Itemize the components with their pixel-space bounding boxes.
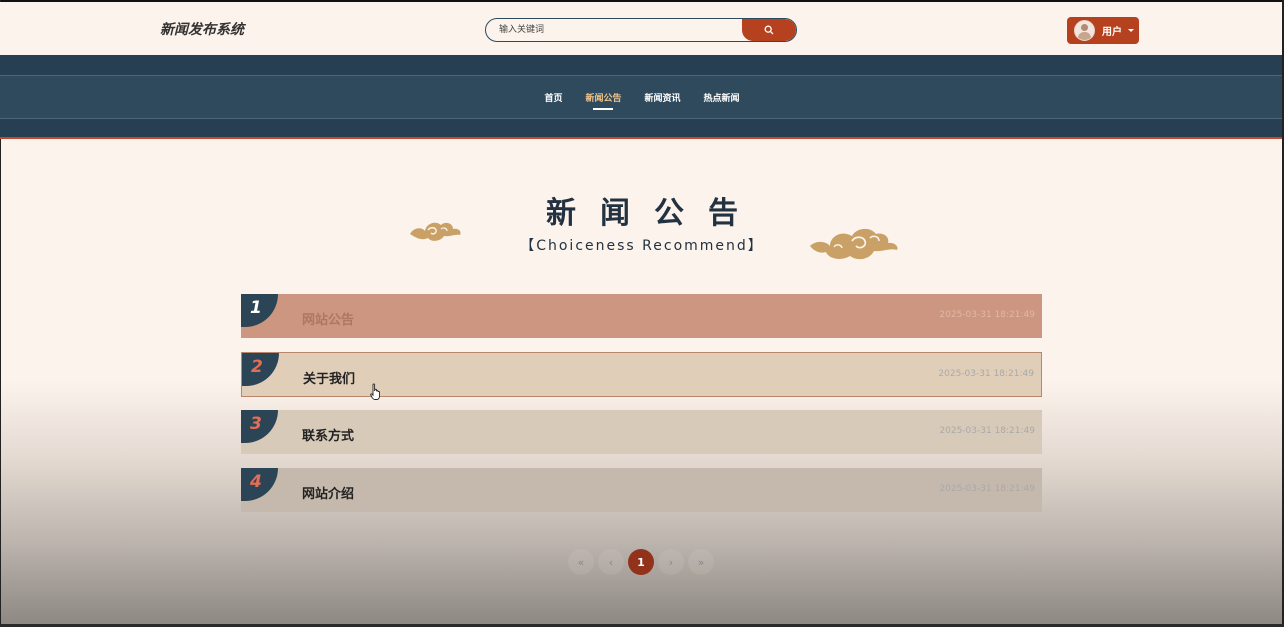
notice-title[interactable]: 联系方式 xyxy=(302,425,354,444)
cloud-ornament-right-icon xyxy=(810,228,898,260)
notice-title[interactable]: 网站公告 xyxy=(302,309,354,328)
site-logo[interactable]: 新闻发布系统 xyxy=(160,19,244,39)
notice-index: 4 xyxy=(250,472,262,492)
last-page-button[interactable]: » xyxy=(688,549,714,575)
pagination: « ‹ 1 › » xyxy=(568,549,714,575)
notice-row[interactable]: 2 关于我们 2025-03-31 18:21:49 xyxy=(241,352,1042,397)
nav-item-announcements-label: 新闻公告 xyxy=(585,93,622,104)
section-title: 新闻公告 xyxy=(546,196,762,231)
nav-item-announcements[interactable]: 新闻公告 xyxy=(585,91,622,110)
cloud-ornament-left-icon xyxy=(410,222,461,241)
notice-row[interactable]: 3 联系方式 2025-03-31 18:21:49 xyxy=(241,410,1042,454)
notice-row[interactable]: 4 网站介绍 2025-03-31 18:21:49 xyxy=(241,468,1042,512)
notice-index: 1 xyxy=(250,298,262,318)
search-icon xyxy=(764,25,774,35)
nav-accent-line xyxy=(0,137,1282,139)
user-menu-button[interactable]: 用户 xyxy=(1067,17,1139,44)
nav-item-home[interactable]: 首页 xyxy=(544,91,562,104)
notice-index: 3 xyxy=(250,414,262,434)
notice-date: 2025-03-31 18:21:49 xyxy=(939,310,1035,320)
notice-index-badge: 3 xyxy=(241,410,278,443)
notice-index-badge: 4 xyxy=(241,468,278,501)
section-subtitle: 【Choiceness Recommend】 xyxy=(520,238,764,254)
notice-date: 2025-03-31 18:21:49 xyxy=(938,369,1034,379)
notice-index: 2 xyxy=(251,357,263,377)
notice-index-badge: 1 xyxy=(241,294,278,327)
avatar xyxy=(1074,20,1095,41)
hand-pointer-cursor-icon xyxy=(370,383,380,400)
nav-item-hot-news[interactable]: 热点新闻 xyxy=(704,91,740,104)
search-button[interactable] xyxy=(742,19,796,41)
caret-down-icon xyxy=(1128,29,1134,32)
site-header: 新闻发布系统 用户 xyxy=(0,2,1282,55)
notice-date: 2025-03-31 18:21:49 xyxy=(939,426,1035,436)
notice-title[interactable]: 网站介绍 xyxy=(302,483,354,502)
nav-item-news[interactable]: 新闻资讯 xyxy=(645,91,681,104)
notice-row[interactable]: 1 网站公告 2025-03-31 18:21:49 xyxy=(241,294,1042,338)
notice-date: 2025-03-31 18:21:49 xyxy=(939,484,1035,494)
nav-bar: 首页 新闻公告 新闻资讯 热点新闻 xyxy=(0,75,1282,119)
first-page-button[interactable]: « xyxy=(568,549,594,575)
main-navigation: 首页 新闻公告 新闻资讯 热点新闻 xyxy=(0,55,1282,139)
prev-page-button[interactable]: ‹ xyxy=(598,549,624,575)
search-input[interactable] xyxy=(486,19,755,41)
search-bar xyxy=(485,18,797,42)
next-page-button[interactable]: › xyxy=(658,549,684,575)
notice-list: 1 网站公告 2025-03-31 18:21:49 2 关于我们 2025-0… xyxy=(241,294,1042,526)
user-menu-label: 用户 xyxy=(1102,27,1122,38)
page-number-button[interactable]: 1 xyxy=(628,549,654,575)
notice-index-badge: 2 xyxy=(242,353,279,386)
active-nav-indicator xyxy=(593,107,614,110)
notice-title[interactable]: 关于我们 xyxy=(303,368,355,387)
